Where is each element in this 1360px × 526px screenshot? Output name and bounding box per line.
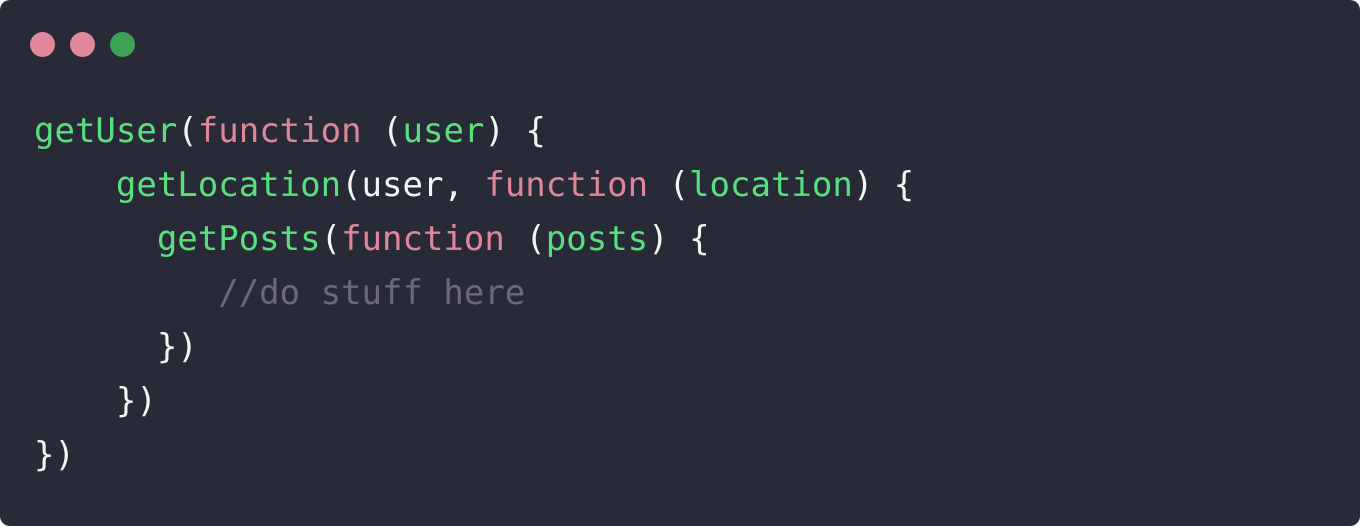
code-line: //do stuff here	[34, 266, 914, 320]
minimize-dot-icon[interactable]	[70, 32, 95, 57]
comment-token: //do stuff here	[218, 273, 526, 313]
keyword-token: function	[197, 111, 362, 151]
close-dot-icon[interactable]	[30, 32, 55, 57]
code-line: })	[34, 428, 914, 482]
code-window: getUser(function (user) { getLocation(us…	[0, 0, 1360, 526]
identifier-token: posts	[545, 219, 649, 259]
punctuation-token: (	[320, 219, 342, 259]
identifier-token: location	[689, 165, 853, 205]
punctuation-token: (	[504, 219, 546, 259]
keyword-token: function	[341, 219, 505, 259]
punctuation-token: (	[361, 111, 403, 151]
punctuation-token: ) {	[852, 165, 915, 205]
identifier-token: user	[402, 111, 485, 151]
punctuation-token: })	[115, 381, 157, 421]
punctuation-token: (user,	[341, 165, 485, 205]
punctuation-token: })	[156, 327, 198, 367]
keyword-token: function	[484, 165, 649, 205]
code-line: getPosts(function (posts) {	[34, 212, 914, 266]
code-line: })	[34, 320, 914, 374]
punctuation-token: (	[648, 165, 690, 205]
identifier-token: getPosts	[156, 219, 321, 259]
code-line: })	[34, 374, 914, 428]
identifier-token: getUser	[34, 111, 178, 151]
code-line: getLocation(user, function (location) {	[34, 158, 914, 212]
punctuation-token: })	[34, 435, 75, 475]
window-controls	[30, 32, 135, 57]
code-line: getUser(function (user) {	[34, 104, 914, 158]
maximize-dot-icon[interactable]	[110, 32, 135, 57]
punctuation-token: ) {	[484, 111, 546, 151]
punctuation-token: (	[177, 111, 198, 151]
identifier-token: getLocation	[115, 165, 342, 205]
code-block: getUser(function (user) { getLocation(us…	[34, 104, 914, 482]
punctuation-token: ) {	[648, 219, 710, 259]
